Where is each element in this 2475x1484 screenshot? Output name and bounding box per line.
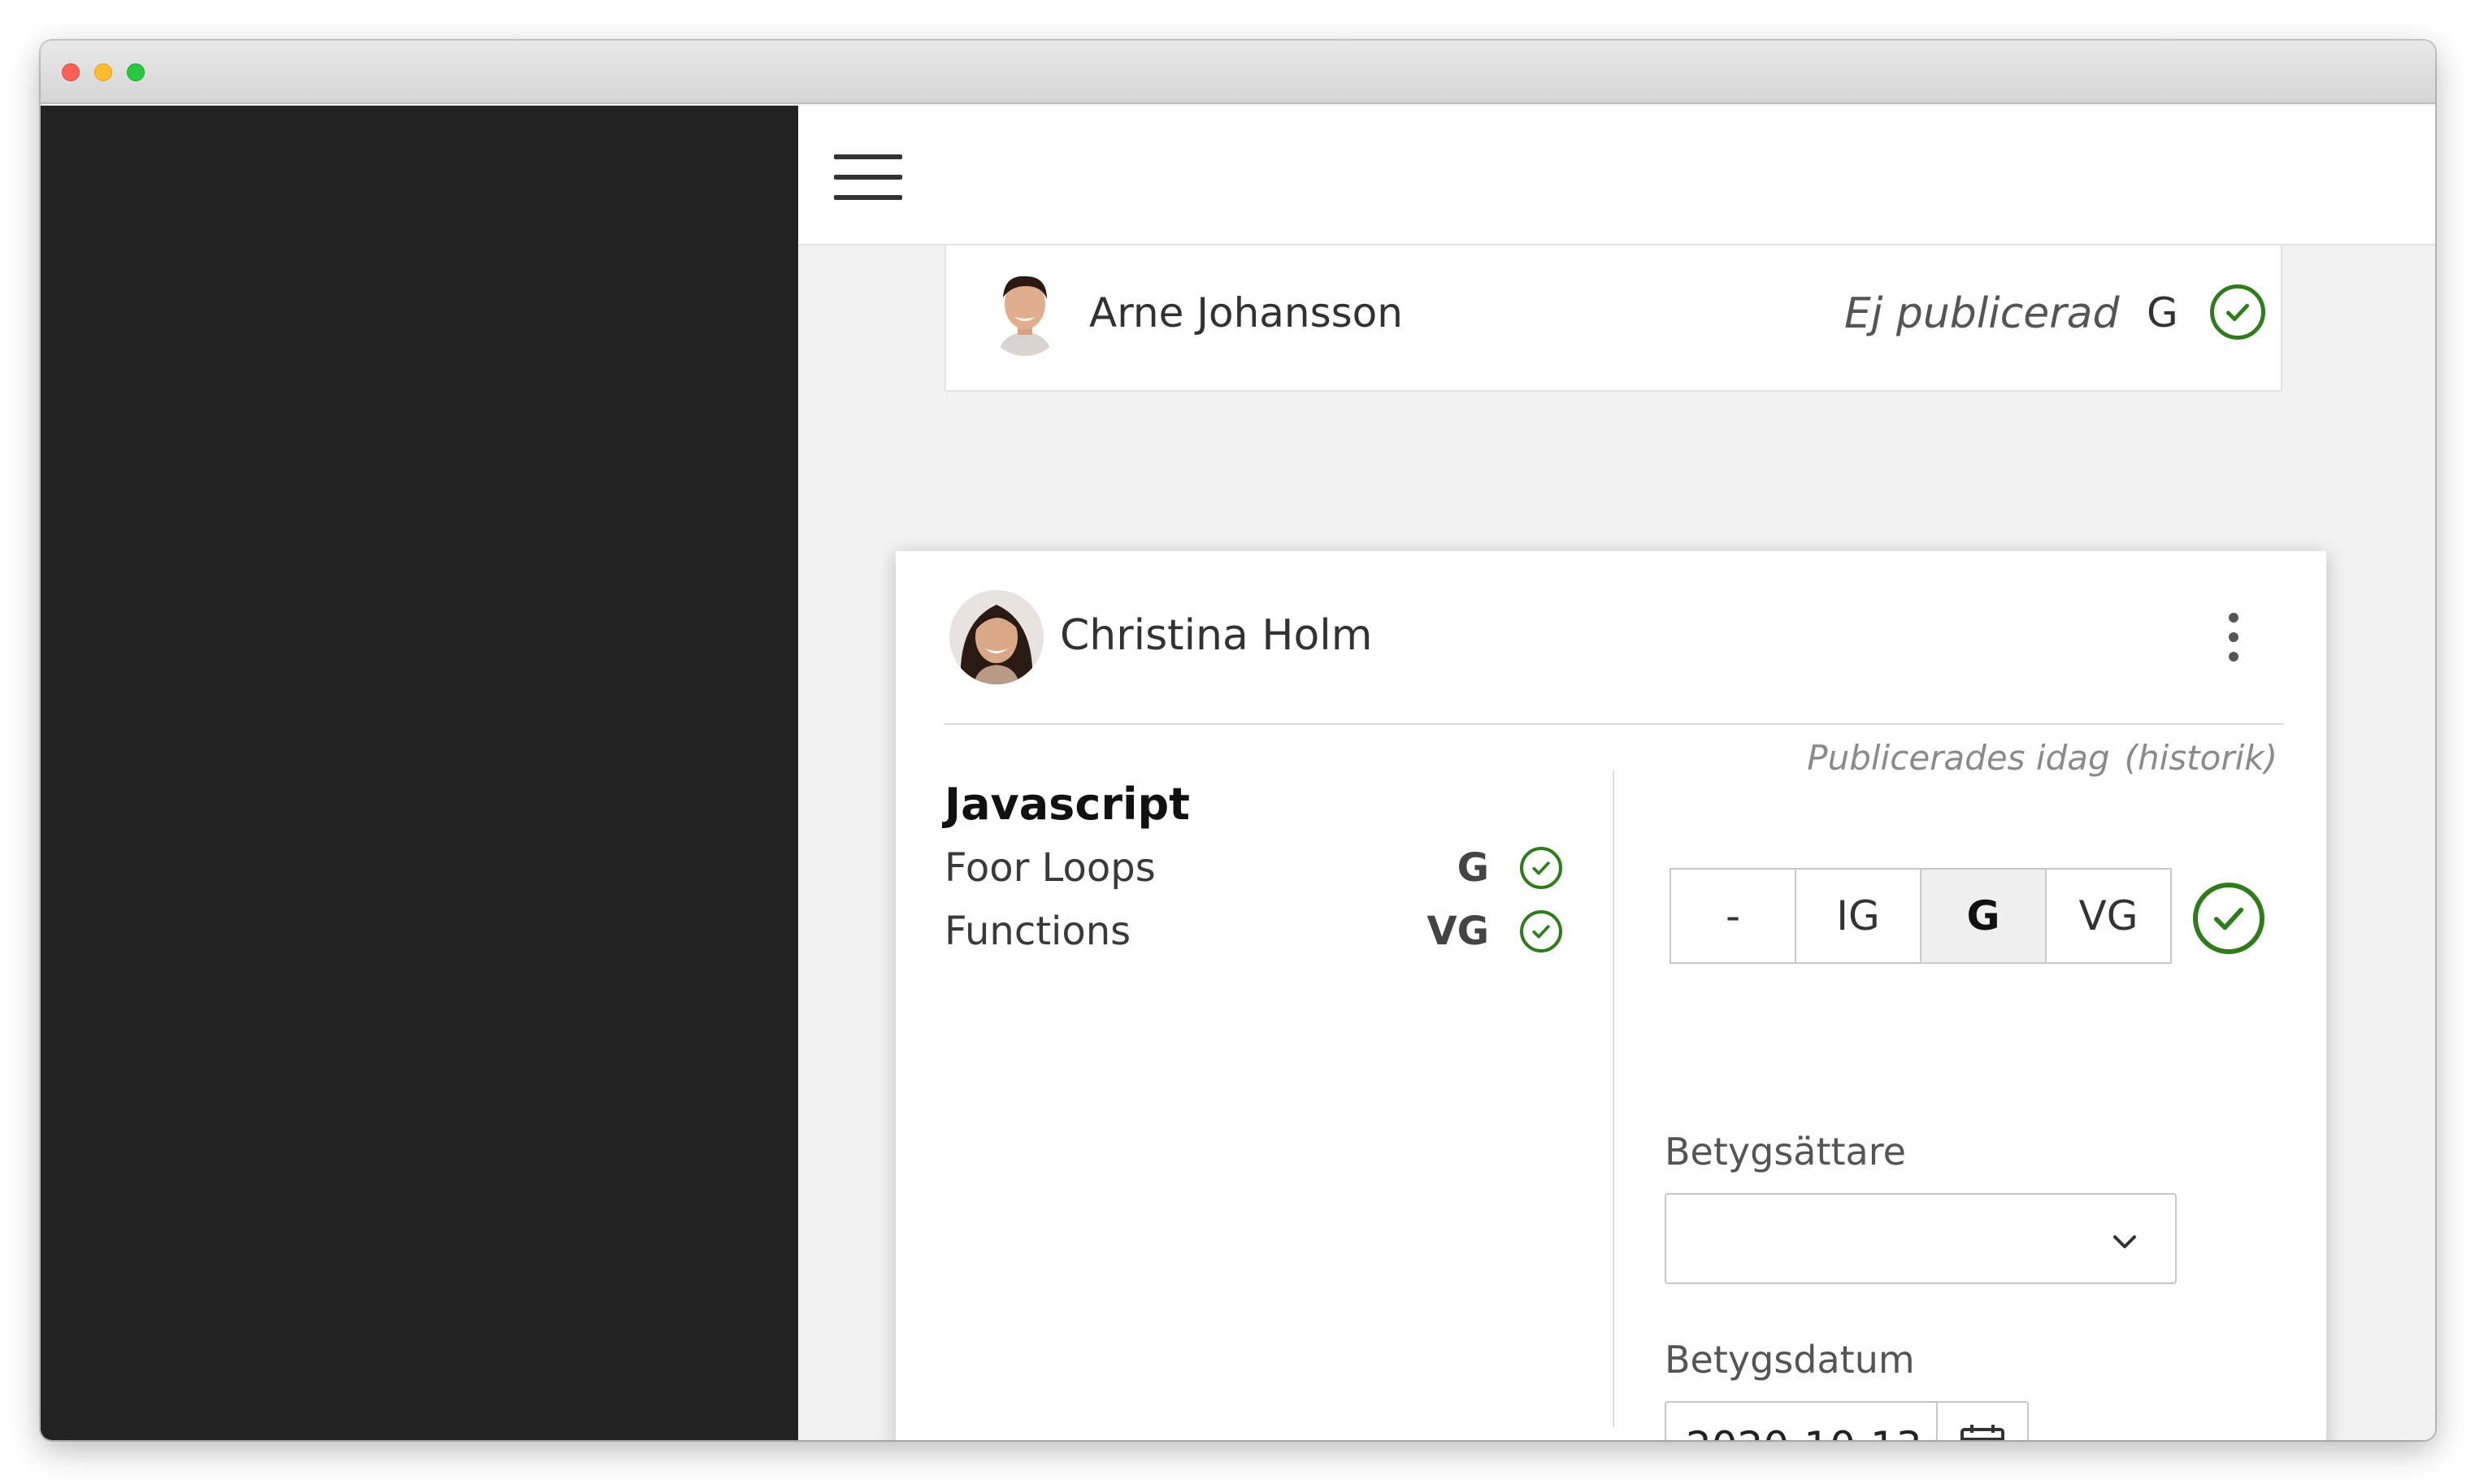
avatar: [949, 590, 1044, 684]
grade-selector: - IG G VG: [1670, 868, 2172, 964]
student-name: Christina Holm: [1060, 611, 1373, 660]
divider: [944, 723, 2284, 725]
check-circle-icon: [2210, 284, 2265, 340]
criterion-grade: VG: [1426, 909, 1489, 954]
criterion-grade: G: [1457, 845, 1489, 891]
check-circle-icon: [1520, 847, 1562, 889]
course-criteria: Javascript Foor Loops G Functions VG: [944, 770, 1595, 1388]
grade-option-vg[interactable]: VG: [2047, 870, 2170, 962]
grade-option-g[interactable]: G: [1921, 870, 2047, 962]
course-title: Javascript: [944, 779, 1190, 830]
close-window-button[interactable]: [62, 63, 80, 81]
chevron-down-icon: [2113, 1235, 2136, 1248]
criterion-label: Foor Loops: [944, 845, 1156, 891]
publish-status: Ej publicerad: [1844, 289, 2120, 338]
grade-date-field[interactable]: 2020-10-13: [1665, 1401, 2029, 1440]
date-value[interactable]: 2020-10-13: [1666, 1403, 1938, 1440]
calendar-icon[interactable]: [1938, 1403, 2027, 1440]
zoom-window-button[interactable]: [127, 63, 145, 81]
grade-option-ig[interactable]: IG: [1796, 870, 1921, 962]
criterion-row: Foor Loops G: [944, 845, 1562, 902]
app-window: Arne Johansson Ej publicerad G Christina…: [41, 41, 2435, 1440]
student-row[interactable]: Arne Johansson Ej publicerad G: [944, 245, 2282, 392]
hamburger-menu-icon[interactable]: [834, 154, 902, 202]
criterion-row: Functions VG: [944, 909, 1562, 965]
check-circle-icon: [2193, 883, 2264, 954]
avatar: [983, 267, 1066, 356]
grader-label: Betygsättare: [1665, 1130, 1906, 1174]
published-text: Publicerades idag: [1807, 738, 2110, 778]
grader-select[interactable]: [1665, 1193, 2177, 1284]
history-link[interactable]: (historik): [2125, 738, 2277, 778]
column-divider: [1613, 770, 1614, 1427]
check-circle-icon: [1520, 910, 1562, 952]
minimize-window-button[interactable]: [94, 63, 112, 81]
student-grading-card: Christina Holm Publicerades idag (histori…: [896, 551, 2326, 1440]
more-vertical-icon[interactable]: [2221, 608, 2245, 673]
window-titlebar: [41, 41, 2435, 104]
date-label: Betygsdatum: [1665, 1338, 1915, 1382]
student-grade: G: [2147, 289, 2178, 336]
publish-info: Publicerades idag (historik): [1807, 738, 2277, 778]
sidebar: [41, 106, 798, 1440]
top-bar: [798, 106, 2435, 245]
student-name: Arne Johansson: [1089, 289, 1403, 336]
main-content: Arne Johansson Ej publicerad G Christina…: [798, 106, 2435, 1440]
grade-option-none[interactable]: -: [1671, 870, 1796, 962]
criterion-label: Functions: [944, 909, 1131, 954]
